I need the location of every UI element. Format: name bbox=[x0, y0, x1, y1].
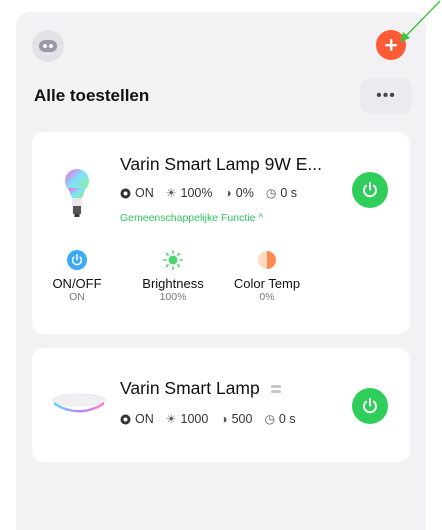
group-icon bbox=[270, 385, 281, 394]
quick-action-value: ON bbox=[69, 291, 85, 303]
device-card[interactable]: Varin Smart Lamp ON ☀ 1000 ◑ 500 ◷ 0 s bbox=[32, 348, 410, 462]
quick-action-label: ON/OFF bbox=[52, 276, 102, 291]
device-name: Varin Smart Lamp bbox=[120, 378, 260, 398]
power-status-text: ON bbox=[135, 412, 154, 426]
temp-status-icon: ◑ bbox=[220, 412, 228, 426]
brightness-status-icon: ☀ bbox=[165, 186, 177, 200]
rgb-bulb-icon bbox=[65, 169, 89, 217]
common-function-toggle[interactable]: Gemeenschappelijke Functie ^ bbox=[120, 212, 263, 224]
timer-status-icon: ◷ bbox=[265, 186, 277, 200]
page-title: Alle toestellen bbox=[34, 86, 150, 105]
temp-status-icon: ◑ bbox=[224, 186, 232, 200]
quick-action-label: Brightness bbox=[142, 276, 204, 291]
quick-action-value: 0% bbox=[259, 291, 275, 303]
temp-status-text: 500 bbox=[231, 412, 253, 426]
temp-status-text: 0% bbox=[235, 186, 254, 200]
sun-icon bbox=[163, 250, 183, 270]
device-name: Varin Smart Lamp 9W E... bbox=[120, 154, 322, 174]
add-device-button[interactable] bbox=[376, 30, 406, 60]
device-card[interactable]: Varin Smart Lamp 9W E... ON ☀ 100% ◑ 0% … bbox=[32, 132, 410, 334]
plus-icon bbox=[385, 39, 397, 51]
quick-action-brightness[interactable]: Brightness 100% bbox=[128, 250, 218, 303]
device-status-line: ON ☀ 1000 ◑ 500 ◷ 0 s bbox=[120, 412, 296, 426]
quick-action-onoff[interactable]: ON/OFF ON bbox=[32, 250, 122, 303]
power-icon bbox=[363, 398, 377, 414]
color-temp-icon bbox=[257, 250, 277, 270]
quick-action-label: Color Temp bbox=[233, 276, 301, 291]
power-status-icon bbox=[120, 414, 131, 424]
ceiling-lamp-icon bbox=[52, 393, 106, 413]
power-toggle-button[interactable] bbox=[352, 172, 388, 208]
device-status-line: ON ☀ 100% ◑ 0% ◷ 0 s bbox=[120, 186, 297, 200]
power-status-icon bbox=[120, 188, 131, 198]
brightness-status-icon: ☀ bbox=[165, 412, 177, 426]
robot-face-icon bbox=[39, 40, 57, 52]
power-toggle-button[interactable] bbox=[352, 388, 388, 424]
quick-action-value: 100% bbox=[159, 291, 187, 303]
timer-status-icon: ◷ bbox=[264, 412, 275, 426]
timer-status-text: 0 s bbox=[278, 412, 296, 426]
brightness-status-text: 1000 bbox=[180, 412, 209, 426]
brightness-status-text: 100% bbox=[180, 186, 213, 200]
more-options-button[interactable]: ••• bbox=[360, 78, 412, 114]
power-icon bbox=[363, 182, 377, 198]
timer-status-text: 0 s bbox=[280, 186, 297, 200]
quick-action-color-temp[interactable]: Color Temp 0% bbox=[222, 250, 312, 303]
power-icon bbox=[67, 250, 87, 270]
home-avatar[interactable] bbox=[32, 30, 64, 62]
device-name-row: Varin Smart Lamp bbox=[120, 378, 281, 399]
power-status-text: ON bbox=[135, 186, 154, 200]
